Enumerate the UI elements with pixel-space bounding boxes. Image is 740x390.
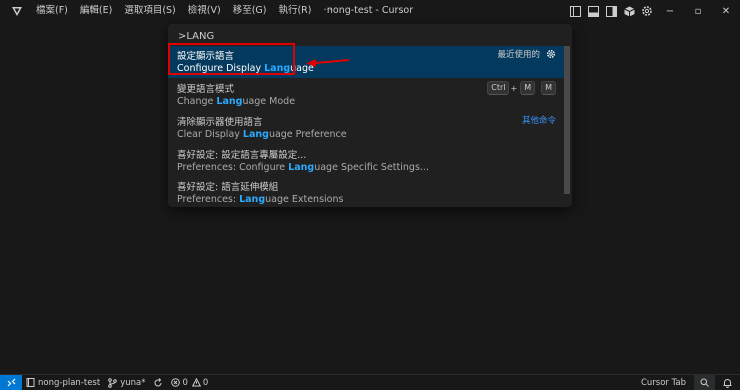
menu-edit[interactable]: 編輯(E) bbox=[74, 0, 118, 22]
palette-item-clear-display-language[interactable]: 清除顯示器使用語言 Clear Display Language Prefere… bbox=[168, 112, 564, 144]
menu-run[interactable]: 執行(R) bbox=[272, 0, 317, 22]
status-branch[interactable]: yuna* bbox=[104, 378, 149, 388]
toggle-panel-icon[interactable] bbox=[584, 0, 602, 22]
status-bar: nong-plan-test yuna* 0 0 Cursor Tab bbox=[0, 374, 740, 390]
settings-gear-icon[interactable] bbox=[638, 0, 656, 22]
menu-more[interactable]: ··· bbox=[317, 0, 338, 22]
annotation-highlight-box bbox=[168, 43, 295, 75]
result-title: 喜好設定: 設定語言專屬設定... bbox=[177, 150, 307, 161]
toggle-secondary-sidebar-icon[interactable] bbox=[602, 0, 620, 22]
status-project[interactable]: nong-plan-test bbox=[22, 378, 104, 388]
maximize-button[interactable]: ▫ bbox=[684, 0, 712, 22]
other-commands-label: 其他命令 bbox=[521, 116, 556, 126]
close-button[interactable]: ✕ bbox=[712, 0, 740, 22]
palette-item-configure-language-specific-settings[interactable]: 喜好設定: 設定語言專屬設定... Preferences: Configure… bbox=[168, 145, 564, 177]
minimize-button[interactable]: − bbox=[656, 0, 684, 22]
palette-scrollbar[interactable] bbox=[564, 46, 570, 194]
key-m: M bbox=[520, 81, 536, 95]
key-ctrl: Ctrl bbox=[487, 81, 510, 95]
zoom-icon[interactable] bbox=[694, 375, 715, 390]
warning-icon bbox=[191, 378, 201, 387]
status-problems[interactable]: 0 0 bbox=[167, 378, 212, 388]
result-detail: Clear Display Language Preference bbox=[177, 129, 347, 140]
sync-icon[interactable] bbox=[149, 377, 167, 388]
result-title: 清除顯示器使用語言 bbox=[177, 117, 263, 128]
result-detail: Preferences: Language Extensions bbox=[177, 194, 344, 205]
keybinding: Ctrl + M M bbox=[485, 81, 556, 95]
menu-go[interactable]: 移至(G) bbox=[227, 0, 273, 22]
palette-item-change-language-mode[interactable]: 變更語言模式 Change Language Mode Ctrl + M M bbox=[168, 79, 564, 111]
result-title: 喜好設定: 語言延伸模組 bbox=[177, 182, 279, 193]
menu-file[interactable]: 檔案(F) bbox=[30, 0, 74, 22]
menu-selection[interactable]: 選取項目(S) bbox=[118, 0, 181, 22]
repo-icon bbox=[26, 378, 35, 387]
toggle-primary-sidebar-icon[interactable] bbox=[566, 0, 584, 22]
menu-bar: 檔案(F) 編輯(E) 選取項目(S) 檢視(V) 移至(G) 執行(R) ··… bbox=[30, 0, 339, 22]
cube-icon[interactable] bbox=[620, 0, 638, 22]
configure-keybinding-gear-icon[interactable] bbox=[546, 49, 556, 59]
result-detail: Change Language Mode bbox=[177, 96, 296, 107]
notifications-bell-icon[interactable] bbox=[715, 378, 740, 388]
error-icon bbox=[171, 378, 181, 387]
key-m-second: M bbox=[541, 81, 556, 95]
result-title: 變更語言模式 bbox=[177, 84, 235, 95]
title-bar: 檔案(F) 編輯(E) 選取項目(S) 檢視(V) 移至(G) 執行(R) ··… bbox=[0, 0, 740, 22]
git-branch-icon bbox=[108, 377, 117, 388]
menu-view[interactable]: 檢視(V) bbox=[182, 0, 227, 22]
recently-used-label: 最近使用的 bbox=[497, 50, 540, 60]
annotation-arrow-icon bbox=[306, 59, 350, 67]
palette-item-language-extensions[interactable]: 喜好設定: 語言延伸模組 Preferences: Language Exten… bbox=[168, 177, 564, 207]
result-detail: Preferences: Configure Language Specific… bbox=[177, 162, 429, 173]
cursor-logo-icon bbox=[6, 0, 28, 22]
remote-indicator-icon[interactable] bbox=[0, 375, 22, 390]
cursor-tab-status[interactable]: Cursor Tab bbox=[637, 378, 694, 388]
